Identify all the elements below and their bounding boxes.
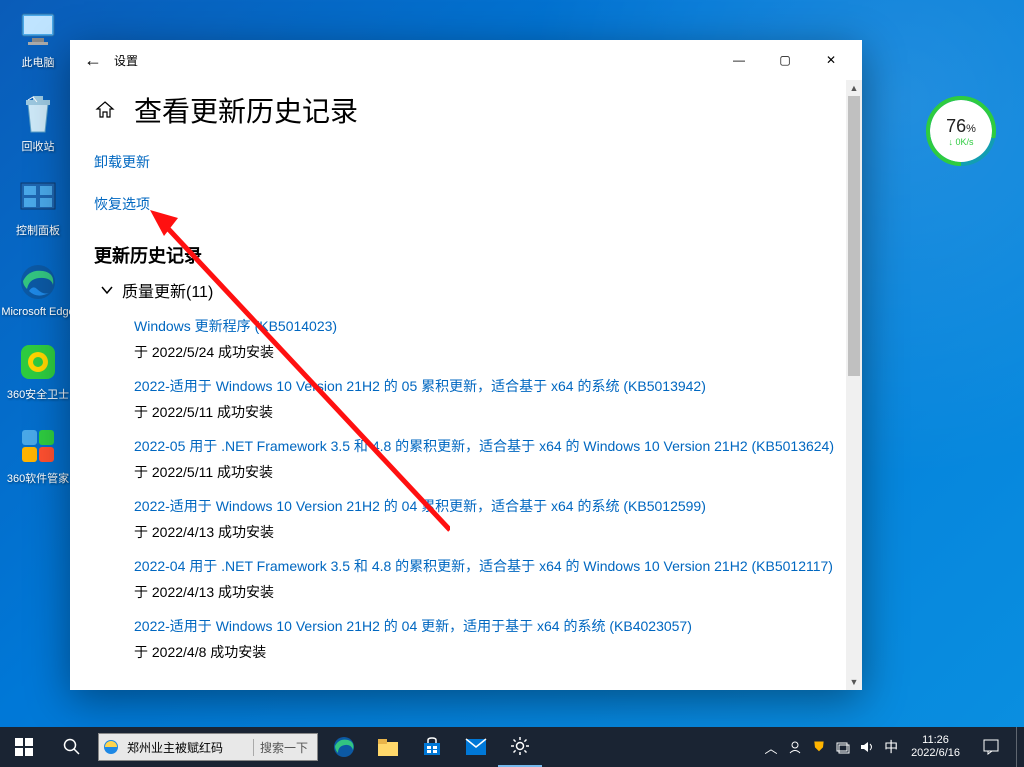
history-section-title: 更新历史记录	[94, 242, 838, 268]
update-item: 2022-适用于 Windows 10 Version 21H2 的 04 更新…	[134, 616, 838, 662]
update-link[interactable]: 2022-04 用于 .NET Framework 3.5 和 4.8 的累积更…	[134, 556, 838, 576]
update-status: 于 2022/5/11 成功安装	[134, 402, 838, 422]
update-item: 2022-04 用于 .NET Framework 3.5 和 4.8 的累积更…	[134, 556, 838, 602]
360-soft-icon	[18, 426, 58, 466]
taskbar-mail-icon[interactable]	[454, 727, 498, 767]
update-link[interactable]: 2022-05 用于 .NET Framework 3.5 和 4.8 的累积更…	[134, 436, 838, 456]
settings-content[interactable]: 查看更新历史记录 卸载更新 恢复选项 更新历史记录 质量更新(11) Windo…	[70, 80, 862, 690]
update-list: Windows 更新程序 (KB5014023) 于 2022/5/24 成功安…	[134, 316, 838, 662]
vertical-scrollbar[interactable]: ▲ ▼	[846, 80, 862, 690]
back-button[interactable]: ←	[78, 45, 108, 75]
scroll-down-arrow[interactable]: ▼	[846, 674, 862, 690]
taskbar-explorer-icon[interactable]	[366, 727, 410, 767]
desktop-icon-label: 360软件管家	[7, 470, 69, 486]
ie-icon	[99, 738, 123, 756]
recovery-options-link[interactable]: 恢复选项	[94, 194, 838, 214]
taskbar-clock[interactable]: 11:26 2022/6/16	[905, 734, 966, 760]
taskbar-settings-icon[interactable]	[498, 727, 542, 767]
taskbar-search-button[interactable]	[48, 727, 96, 767]
desktop-icon-label: 控制面板	[16, 222, 60, 238]
system-tray: ︿ ⛊ 中 11:26 2022/6/16	[761, 727, 1024, 767]
desktop-icon-label: 回收站	[22, 138, 55, 154]
scroll-up-arrow[interactable]: ▲	[846, 80, 862, 96]
recycle-bin-icon	[18, 94, 58, 134]
desktop-icon-control-panel[interactable]: 控制面板	[8, 178, 68, 238]
taskbar: 郑州业主被赋红码 搜索一下 ︿ ⛊ 中 11:26 2022/6/16	[0, 727, 1024, 767]
action-center-icon[interactable]	[970, 727, 1012, 767]
desktop-icon-this-pc[interactable]: 此电脑	[8, 10, 68, 70]
expander-label: 质量更新(11)	[122, 278, 213, 302]
update-item: 2022-适用于 Windows 10 Version 21H2 的 04 累积…	[134, 496, 838, 542]
update-status: 于 2022/5/24 成功安装	[134, 342, 838, 362]
desktop-icon-edge[interactable]: Microsoft Edge	[8, 262, 68, 318]
desktop-icon-label: 此电脑	[22, 54, 55, 70]
clock-date: 2022/6/16	[911, 747, 960, 760]
quality-updates-expander[interactable]: 质量更新(11)	[100, 278, 838, 302]
desktop-icons: 此电脑 回收站 控制面板 Microsoft Edge 360安全卫士 360软…	[8, 10, 68, 486]
tray-chevron-up-icon[interactable]: ︿	[761, 727, 781, 767]
close-button[interactable]: ✕	[808, 44, 854, 76]
360-safe-icon	[18, 342, 58, 382]
update-status: 于 2022/4/8 成功安装	[134, 642, 838, 662]
tray-network-icon[interactable]	[833, 727, 853, 767]
scroll-thumb[interactable]	[848, 96, 860, 376]
update-link[interactable]: 2022-适用于 Windows 10 Version 21H2 的 04 更新…	[134, 616, 838, 636]
desktop-icon-360-safe[interactable]: 360安全卫士	[8, 342, 68, 402]
pinned-apps	[322, 727, 542, 767]
ie-search-button-label[interactable]: 搜索一下	[253, 739, 317, 756]
title-bar[interactable]: ← 设置 — ▢ ✕	[70, 40, 862, 80]
desktop-icon-recycle-bin[interactable]: 回收站	[8, 94, 68, 154]
tray-ime-indicator[interactable]: 中	[881, 727, 901, 767]
control-panel-icon	[18, 178, 58, 218]
ie-search-text: 郑州业主被赋红码	[123, 739, 253, 756]
settings-window: ← 设置 — ▢ ✕ 查看更新历史记录 卸载更新 恢复选项 更新历史记录 质量更…	[70, 40, 862, 690]
desktop: 此电脑 回收站 控制面板 Microsoft Edge 360安全卫士 360软…	[0, 0, 1024, 767]
update-link[interactable]: 2022-适用于 Windows 10 Version 21H2 的 04 累积…	[134, 496, 838, 516]
network-speed-widget[interactable]: 76% ↓ 0K/s	[930, 100, 992, 162]
update-item: 2022-05 用于 .NET Framework 3.5 和 4.8 的累积更…	[134, 436, 838, 482]
edge-icon	[18, 262, 58, 302]
page-title: 查看更新历史记录	[134, 90, 358, 130]
start-button[interactable]	[0, 727, 48, 767]
this-pc-icon	[18, 10, 58, 50]
update-status: 于 2022/4/13 成功安装	[134, 582, 838, 602]
desktop-icon-360-soft[interactable]: 360软件管家	[8, 426, 68, 486]
show-desktop-button[interactable]	[1016, 727, 1022, 767]
update-item: Windows 更新程序 (KB5014023) 于 2022/5/24 成功安…	[134, 316, 838, 362]
home-icon[interactable]	[94, 99, 116, 121]
desktop-icon-label: 360安全卫士	[7, 386, 69, 402]
taskbar-edge-icon[interactable]	[322, 727, 366, 767]
clock-time: 11:26	[911, 734, 960, 747]
update-item: 2022-适用于 Windows 10 Version 21H2 的 05 累积…	[134, 376, 838, 422]
maximize-button[interactable]: ▢	[762, 44, 808, 76]
window-title: 设置	[114, 52, 138, 69]
update-status: 于 2022/4/13 成功安装	[134, 522, 838, 542]
ie-search-bar[interactable]: 郑州业主被赋红码 搜索一下	[98, 733, 318, 761]
taskbar-store-icon[interactable]	[410, 727, 454, 767]
minimize-button[interactable]: —	[716, 44, 762, 76]
update-link[interactable]: 2022-适用于 Windows 10 Version 21H2 的 05 累积…	[134, 376, 838, 396]
desktop-icon-label: Microsoft Edge	[1, 306, 74, 318]
uninstall-updates-link[interactable]: 卸载更新	[94, 152, 838, 172]
tray-volume-icon[interactable]	[857, 727, 877, 767]
update-status: 于 2022/5/11 成功安装	[134, 462, 838, 482]
update-link[interactable]: Windows 更新程序 (KB5014023)	[134, 316, 838, 336]
chevron-down-icon	[100, 283, 114, 297]
tray-people-icon[interactable]	[785, 727, 805, 767]
tray-shield-icon[interactable]: ⛊	[809, 727, 829, 767]
